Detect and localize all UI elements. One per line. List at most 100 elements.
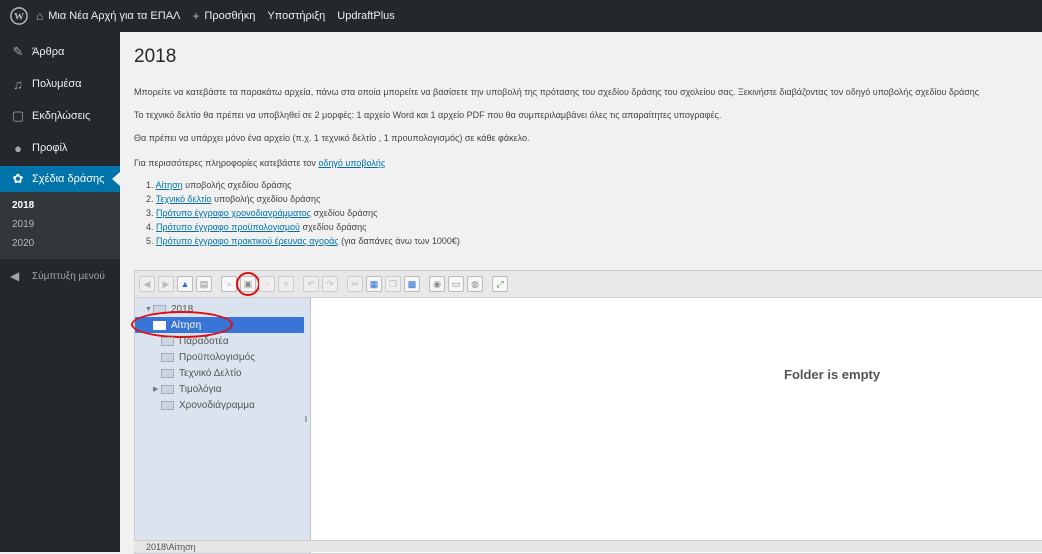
collapse-arrow-icon: ◀	[10, 269, 20, 283]
new-file-icon[interactable]: ▫	[221, 276, 237, 292]
tree-folder-invoices[interactable]: ▶ Τιμολόγια	[135, 381, 310, 397]
download-icon[interactable]: ▿	[278, 276, 294, 292]
sidebar-item-posts[interactable]: ✎ Άρθρα	[0, 40, 120, 64]
undo-icon[interactable]: ↶	[303, 276, 319, 292]
site-name-label: Μια Νέα Αρχή για τα ΕΠΑΛ	[48, 10, 181, 22]
format-paragraph: Το τεχνικό δελτίο θα πρέπει να υποβληθεί…	[134, 110, 722, 120]
empty-folder-message: Folder is empty	[784, 367, 881, 382]
tree-folder-budget[interactable]: Προϋπολογισμός	[135, 349, 310, 365]
redo-icon[interactable]: ↷	[322, 276, 338, 292]
fullscreen-icon[interactable]: ⤢	[492, 276, 508, 292]
sidebar-item-events[interactable]: ▢ Εκδηλώσεις	[0, 104, 120, 128]
main-content: 2018 Μπορείτε να κατεβάστε τα παρακάτω α…	[134, 32, 1042, 248]
list-item: 5. Πρότυπο έγγραφο πρακτικού έρευνας αγο…	[146, 234, 1042, 248]
file-manager-body: ▼ 2018 Αίτηση Παραδοτέα Προϋπολογισμός Τ…	[131, 298, 1042, 553]
copy-icon[interactable]: ❐	[385, 276, 401, 292]
admin-bar: W ⌂ Μια Νέα Αρχή για τα ΕΠΑΛ + Προσθήκη …	[0, 0, 1042, 32]
preview-eye-icon[interactable]: ◉	[429, 276, 445, 292]
folder-icon	[161, 400, 174, 410]
one-file-paragraph: Θα πρέπει να υπάρχει μόνο ένα αρχείο (π.…	[134, 133, 530, 143]
folder-label: Προϋπολογισμός	[179, 351, 256, 363]
support-link[interactable]: Υποστήριξη	[261, 10, 331, 22]
home-icon: ⌂	[36, 9, 44, 23]
submenu-item-2020[interactable]: 2020	[0, 234, 120, 253]
schedule-template-link[interactable]: Πρότυπο έγγραφο χρονοδιαγράμματος	[156, 208, 311, 218]
list-item-text: υποβολής σχεδίου δράσης	[182, 180, 292, 190]
collapse-menu-button[interactable]: ◀ Σύμπτυξη μενού	[0, 259, 120, 293]
svg-text:W: W	[14, 12, 24, 23]
sidebar-submenu: 2018 2019 2020	[0, 192, 120, 259]
folder-label: Τεχνικό Δελτίο	[179, 367, 242, 379]
more-info-text: Για περισσότερες πληροφορίες κατεβάστε τ…	[134, 158, 319, 168]
grid-view-icon[interactable]: ▦	[366, 276, 382, 292]
technical-sheet-link[interactable]: Τεχνικό δελτίο	[156, 194, 212, 204]
wordpress-logo-icon[interactable]: W	[8, 5, 30, 27]
admin-sidebar: ✎ Άρθρα ♫ Πολυμέσα ▢ Εκδηλώσεις ● Προφίλ…	[0, 32, 120, 552]
submenu-item-2019[interactable]: 2019	[0, 215, 120, 234]
more-info-paragraph: Για περισσότερες πληροφορίες κατεβάστε τ…	[134, 158, 1042, 168]
market-research-template-link[interactable]: Πρότυπο έγγραφο πρακτικού έρευνας αγοράς	[156, 236, 339, 246]
calendar-icon: ▢	[11, 108, 25, 123]
list-number: 1.	[146, 180, 156, 190]
open-icon[interactable]: ▫	[259, 276, 275, 292]
site-name-link[interactable]: ⌂ Μια Νέα Αρχή για τα ΕΠΑΛ	[30, 9, 186, 23]
pin-icon: ✎	[12, 44, 24, 59]
cut-icon[interactable]: ✂	[347, 276, 363, 292]
page-title: 2018	[134, 46, 177, 67]
tree-resize-handle[interactable]	[305, 416, 307, 422]
sidebar-item-label: Προφίλ	[32, 142, 68, 154]
view-list-icon[interactable]: ▭	[448, 276, 464, 292]
list-number: 3.	[146, 208, 157, 218]
updraftplus-label: UpdraftPlus	[337, 10, 395, 22]
user-icon: ●	[14, 140, 22, 156]
collapse-menu-label: Σύμπτυξη μενού	[32, 270, 105, 282]
support-label: Υποστήριξη	[267, 10, 326, 22]
file-manager-statusbar: 2018\Αίτηση	[134, 540, 1042, 552]
reload-icon[interactable]: ▤	[196, 276, 212, 292]
tree-folder-application[interactable]: Αίτηση	[131, 311, 304, 338]
sidebar-item-media[interactable]: ♫ Πολυμέσα	[0, 72, 120, 96]
folder-label: Παραδοτέα	[179, 335, 229, 347]
list-item: 4. Πρότυπο έγγραφο προϋπολογισμού σχεδίο…	[146, 220, 1042, 234]
download-list: 1. Αίτηση υποβολής σχεδίου δράσης 2. Τεχ…	[134, 178, 1042, 248]
up-arrow-icon[interactable]: ▲	[177, 276, 193, 292]
sidebar-item-label: Άρθρα	[32, 46, 65, 58]
tree-folder-technical-sheet[interactable]: Τεχνικό Δελτίο	[135, 365, 310, 381]
gear-icon: ✿	[12, 171, 24, 186]
expand-arrow-icon[interactable]: ▶	[153, 385, 161, 393]
list-item-text: υποβολής σχεδίου δράσης	[211, 194, 321, 204]
forward-arrow-icon[interactable]: ▶	[158, 276, 174, 292]
back-arrow-icon[interactable]: ◀	[139, 276, 155, 292]
file-manager-toolbar: ◀ ▶ ▲ ▤ ▫ ▣ ▫ ▿ ↶ ↷ ✂ ▦ ❐ ▩ ◉ ▭ ◍ ⤢	[135, 271, 1042, 298]
highlight-circle	[236, 272, 260, 296]
folder-label: Χρονοδιάγραμμα	[179, 399, 255, 411]
submenu-item-2018[interactable]: 2018	[0, 196, 120, 215]
list-item: 2. Τεχνικό δελτίο υποβολής σχεδίου δράση…	[146, 192, 1042, 206]
paste-icon[interactable]: ▩	[404, 276, 420, 292]
intro-paragraph: Μπορείτε να κατεβάστε τα παρακάτω αρχεία…	[134, 87, 980, 97]
list-number: 2.	[146, 194, 156, 204]
upload-save-icon[interactable]: ▣	[236, 272, 260, 296]
tree-folder-schedule[interactable]: Χρονοδιάγραμμα	[135, 397, 310, 413]
updraftplus-link[interactable]: UpdraftPlus	[331, 10, 400, 22]
expand-arrow-icon[interactable]: ▼	[145, 306, 153, 313]
folder-tree: ▼ 2018 Αίτηση Παραδοτέα Προϋπολογισμός Τ…	[131, 298, 311, 553]
file-manager: ◀ ▶ ▲ ▤ ▫ ▣ ▫ ▿ ↶ ↷ ✂ ▦ ❐ ▩ ◉ ▭ ◍ ⤢ ▼ 20…	[131, 270, 1042, 554]
folder-icon	[161, 384, 174, 394]
budget-template-link[interactable]: Πρότυπο έγγραφο προϋπολογισμού	[156, 222, 300, 232]
list-item-text: σχεδίου δράσης	[299, 222, 367, 232]
list-item: 1. Αίτηση υποβολής σχεδίου δράσης	[146, 178, 1042, 192]
new-content-link[interactable]: + Προσθήκη	[186, 9, 261, 23]
tree-folder-deliverables[interactable]: Παραδοτέα	[135, 333, 310, 349]
sidebar-item-label: Εκδηλώσεις	[32, 110, 91, 122]
info-icon[interactable]: ◍	[467, 276, 483, 292]
guide-link[interactable]: οδηγό υποβολής	[318, 158, 385, 168]
sidebar-item-label: Πολυμέσα	[32, 78, 82, 90]
application-link[interactable]: Αίτηση	[156, 180, 183, 190]
sidebar-item-profile[interactable]: ● Προφίλ	[0, 136, 120, 160]
sidebar-item-action-plans[interactable]: ✿ Σχέδια δράσης	[0, 166, 120, 192]
sidebar-item-label: Σχέδια δράσης	[32, 173, 105, 185]
folder-icon	[161, 352, 174, 362]
new-content-label: Προσθήκη	[204, 10, 256, 22]
file-list-area[interactable]: Folder is empty	[311, 298, 1042, 553]
